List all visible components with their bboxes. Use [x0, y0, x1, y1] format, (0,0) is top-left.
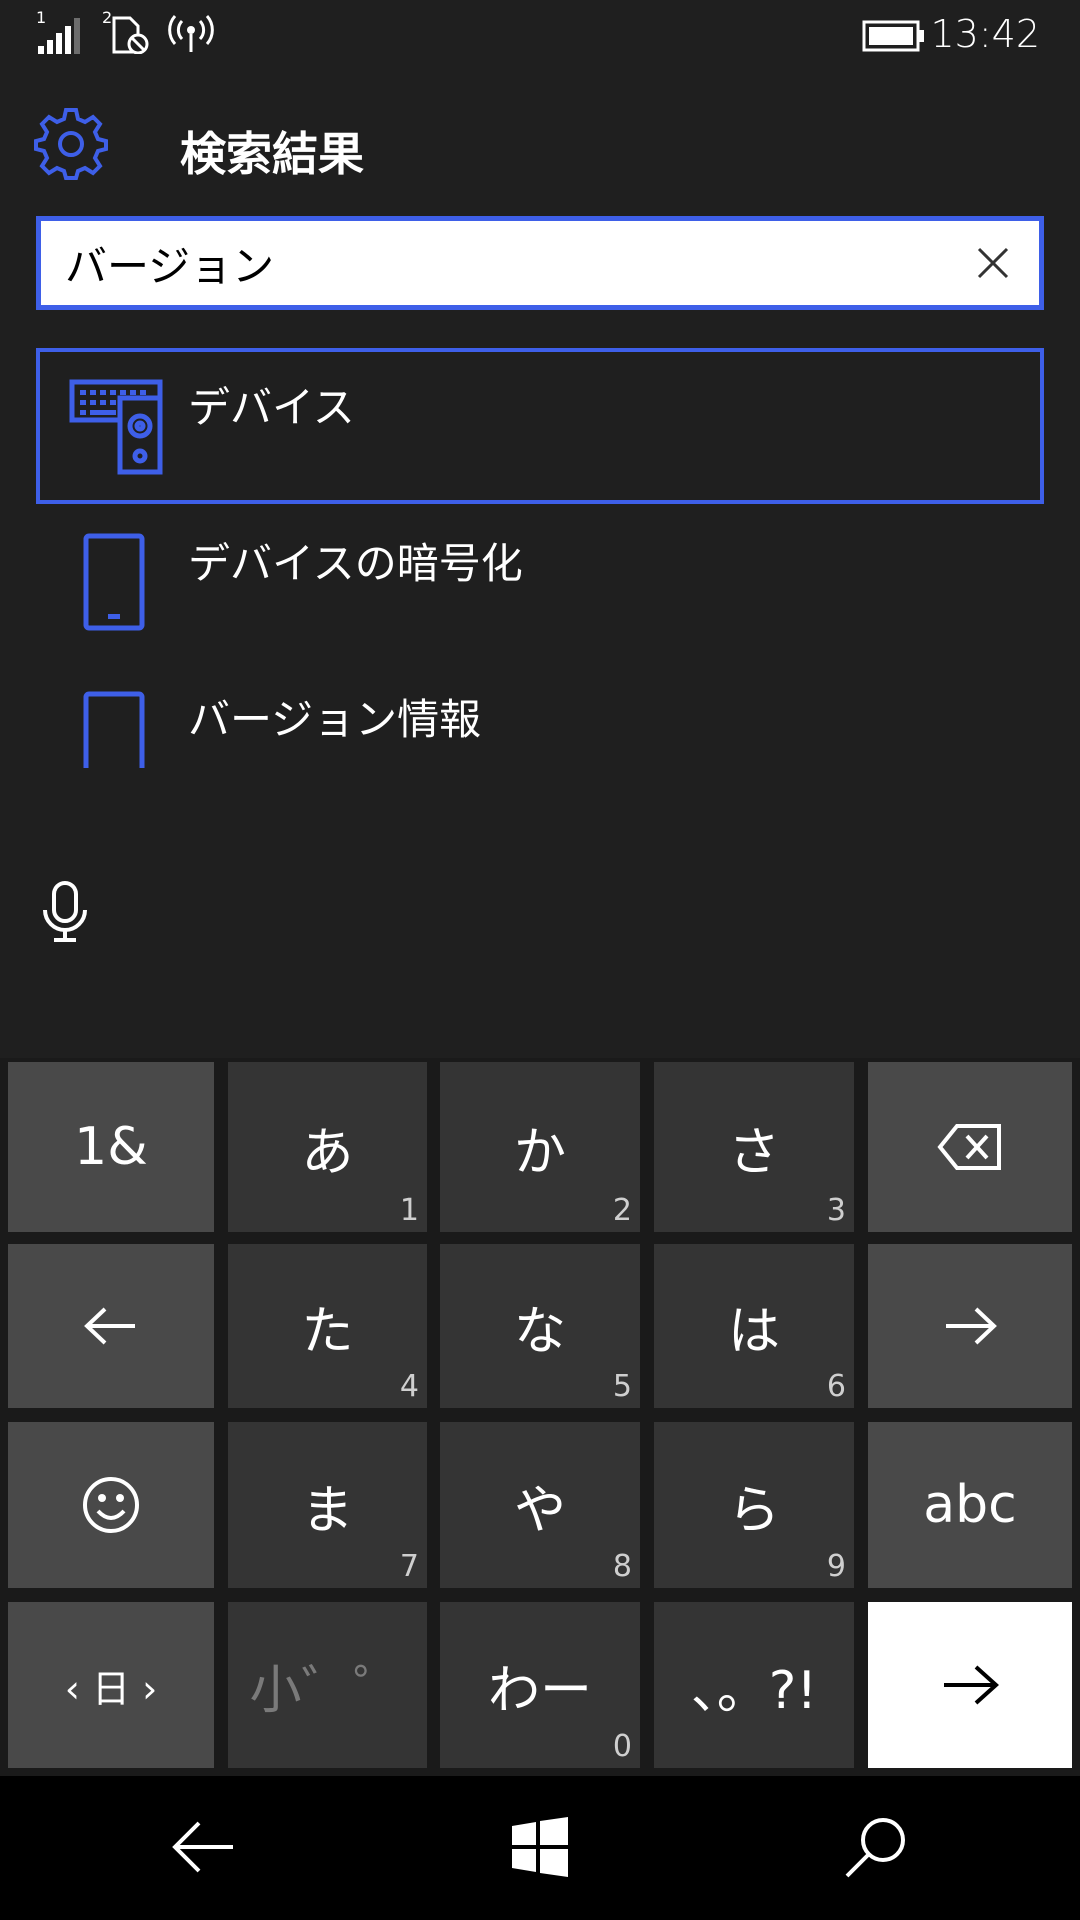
key-label: な — [513, 1301, 566, 1362]
key-label: わー — [487, 1660, 592, 1721]
key-punctuation[interactable]: 、。?! — [654, 1602, 854, 1768]
key-small-dakuten[interactable]: 小゛゜ — [228, 1602, 427, 1768]
key-label: あ — [301, 1122, 354, 1183]
start-button[interactable] — [500, 1812, 580, 1882]
backspace-icon — [937, 1124, 1001, 1170]
signal-strength-sim1-icon — [38, 18, 80, 54]
search-button[interactable] — [836, 1812, 916, 1882]
key-emoji[interactable] — [8, 1422, 214, 1588]
key-sub-label: 8 — [612, 1549, 632, 1584]
key-wa-row[interactable]: わー 0 — [440, 1602, 640, 1768]
enter-arrow-icon — [944, 1665, 999, 1705]
key-sub-label: 9 — [826, 1549, 846, 1584]
key-abc[interactable]: abc — [868, 1422, 1072, 1588]
key-label: 小゛゜ — [249, 1660, 406, 1721]
key-label: 1& — [74, 1117, 148, 1177]
key-a-row[interactable]: あ 1 — [228, 1062, 427, 1232]
result-item-device-encryption[interactable]: デバイスの暗号化 — [36, 520, 1044, 660]
key-label: ま — [301, 1480, 354, 1541]
key-label: や — [513, 1480, 566, 1541]
search-box[interactable] — [36, 216, 1044, 310]
key-label: ‹ 日 › — [64, 1666, 158, 1711]
phone-icon — [83, 691, 145, 768]
search-icon — [845, 1818, 905, 1878]
result-label-devices: デバイス — [188, 383, 355, 432]
key-sub-label: 3 — [826, 1193, 846, 1228]
wifi-hotspot-icon — [168, 15, 214, 52]
arrow-left-icon — [84, 1307, 135, 1345]
key-label: た — [301, 1301, 354, 1362]
windows-logo-icon — [512, 1817, 568, 1877]
emoji-icon — [83, 1477, 139, 1533]
key-ya-row[interactable]: や 8 — [440, 1422, 640, 1588]
key-label: か — [513, 1122, 566, 1183]
key-ma-row[interactable]: ま 7 — [228, 1422, 427, 1588]
key-label: abc — [923, 1475, 1017, 1535]
back-arrow-icon — [172, 1821, 233, 1873]
key-ta-row[interactable]: た 4 — [228, 1244, 427, 1408]
key-sub-label: 6 — [826, 1369, 846, 1404]
battery-icon — [862, 20, 924, 52]
devices-icon — [69, 379, 163, 475]
sim2-no-service-icon — [112, 16, 149, 54]
keyboard: 1& あ 1 か 2 さ 3 た 4 な 5 は 6 ま 7 や 8 ら 9 a… — [0, 1058, 1080, 1776]
result-label-version-info: バージョン情報 — [188, 695, 482, 744]
key-label: は — [727, 1301, 780, 1362]
clock: 13:42 — [930, 12, 1040, 56]
key-numbers-symbols[interactable]: 1& — [8, 1062, 214, 1232]
result-item-version-info[interactable]: バージョン情報 — [36, 676, 1044, 768]
key-ha-row[interactable]: は 6 — [654, 1244, 854, 1408]
key-cursor-right[interactable] — [868, 1244, 1072, 1408]
key-label: さ — [727, 1122, 780, 1183]
result-item-devices[interactable]: デバイス — [36, 348, 1044, 504]
key-sa-row[interactable]: さ 3 — [654, 1062, 854, 1232]
key-ka-row[interactable]: か 2 — [440, 1062, 640, 1232]
search-input[interactable] — [65, 233, 965, 293]
key-language-switch[interactable]: ‹ 日 › — [8, 1602, 214, 1768]
key-sub-label: 7 — [399, 1549, 419, 1584]
key-na-row[interactable]: な 5 — [440, 1244, 640, 1408]
key-sub-label: 5 — [612, 1369, 632, 1404]
back-button[interactable] — [164, 1812, 244, 1882]
result-label-device-encryption: デバイスの暗号化 — [188, 539, 523, 588]
page-title: 検索結果 — [180, 127, 364, 181]
key-cursor-left[interactable] — [8, 1244, 214, 1408]
clear-icon[interactable] — [973, 243, 1013, 283]
key-sub-label: 2 — [612, 1193, 632, 1228]
key-ra-row[interactable]: ら 9 — [654, 1422, 854, 1588]
navigation-bar — [0, 1776, 1080, 1920]
arrow-right-icon — [946, 1307, 997, 1345]
key-sub-label: 4 — [399, 1369, 419, 1404]
phone-icon — [83, 533, 145, 631]
status-bar: 1 2 13:42 — [0, 0, 1080, 72]
key-label: 、。?! — [690, 1660, 818, 1721]
microphone-icon[interactable] — [40, 880, 90, 944]
key-sub-label: 1 — [399, 1193, 419, 1228]
key-label: ら — [727, 1480, 780, 1541]
settings-gear-icon — [34, 108, 108, 180]
key-backspace[interactable] — [868, 1062, 1072, 1232]
key-sub-label: 0 — [612, 1729, 632, 1764]
key-enter[interactable] — [868, 1602, 1072, 1768]
